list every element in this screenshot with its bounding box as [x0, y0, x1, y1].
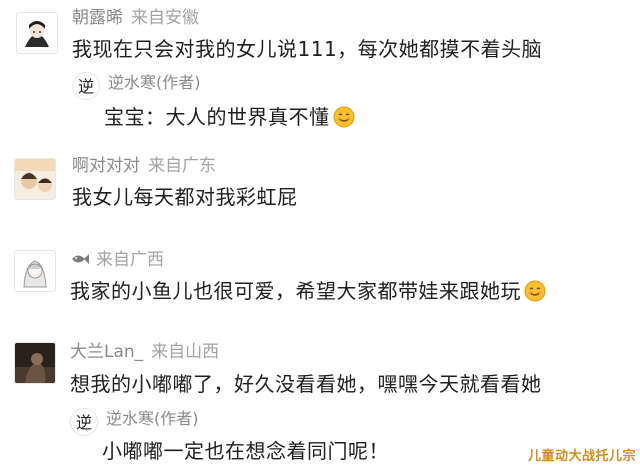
comment-text: 想我的小嘟嘟了，好久没看看她，嘿嘿今天就看看她: [70, 372, 542, 396]
comment-meta: 啊对对对 来自广东: [72, 155, 216, 177]
comment-item: 啊对对对 来自广东 我女儿每天都对我彩虹屁: [0, 150, 640, 240]
comment-meta: 大兰Lan_ 来自山西: [70, 341, 219, 363]
smile-emoji-icon: [333, 106, 354, 128]
svg-text:逆: 逆: [78, 77, 94, 96]
avatar-illustration: [17, 13, 57, 53]
fish-icon: [72, 254, 89, 264]
avatar-photo: [15, 343, 55, 383]
author-logo-icon: 逆: [73, 73, 99, 99]
svg-text:逆: 逆: [76, 413, 92, 432]
watermark: 儿童动大战托儿宗: [527, 449, 636, 464]
location: 来自安徽: [131, 8, 199, 28]
location: 来自广东: [148, 156, 216, 176]
username[interactable]: 啊对对对: [72, 156, 140, 176]
reply-text: 宝宝：大人的世界真不懂: [104, 105, 330, 129]
avatar[interactable]: [14, 342, 56, 384]
comment-meta: 朝露晞 来自安徽: [72, 7, 199, 29]
comment-text: 我女儿每天都对我彩虹屁: [72, 185, 298, 209]
reply-author[interactable]: 逆水寒(作者): [106, 408, 199, 430]
author-reply: 逆 逆水寒(作者) 宝宝：大人的世界真不懂: [64, 70, 624, 142]
author-logo-icon: 逆: [71, 409, 97, 435]
username[interactable]: 大兰Lan_: [70, 342, 143, 362]
avatar[interactable]: [14, 158, 56, 200]
reply-avatar[interactable]: 逆: [72, 72, 100, 100]
reply-avatar[interactable]: 逆: [70, 408, 98, 436]
smile-emoji-icon: [524, 280, 546, 302]
avatar[interactable]: [16, 12, 58, 54]
reply-text: 小嘟嘟一定也在想念着同门呢！: [102, 439, 389, 463]
comment-meta: 来自广西: [70, 249, 164, 271]
location: 来自广西: [96, 250, 164, 270]
reply-author[interactable]: 逆水寒(作者): [108, 72, 201, 94]
avatar-photo: [15, 159, 55, 199]
avatar-illustration: [15, 251, 55, 291]
username[interactable]: 朝露晞: [72, 8, 123, 28]
comment-text: 我家的小鱼儿也很可爱，希望大家都带娃来跟她玩: [70, 279, 521, 303]
comment-text-wrap: 我家的小鱼儿也很可爱，希望大家都带娃来跟她玩: [70, 278, 546, 304]
comment-text: 我现在只会对我的女儿说111，每次她都摸不着头脑: [72, 37, 543, 61]
location: 来自山西: [151, 342, 220, 362]
comment-item: 朝露晞 来自安徽 我现在只会对我的女儿说111，每次她都摸不着头脑 逆 逆水寒(作…: [0, 0, 640, 150]
comment-item: 来自广西 我家的小鱼儿也很可爱，希望大家都带娃来跟她玩: [0, 240, 640, 330]
avatar[interactable]: [14, 250, 56, 292]
reply-text-wrap: 宝宝：大人的世界真不懂: [104, 104, 355, 130]
